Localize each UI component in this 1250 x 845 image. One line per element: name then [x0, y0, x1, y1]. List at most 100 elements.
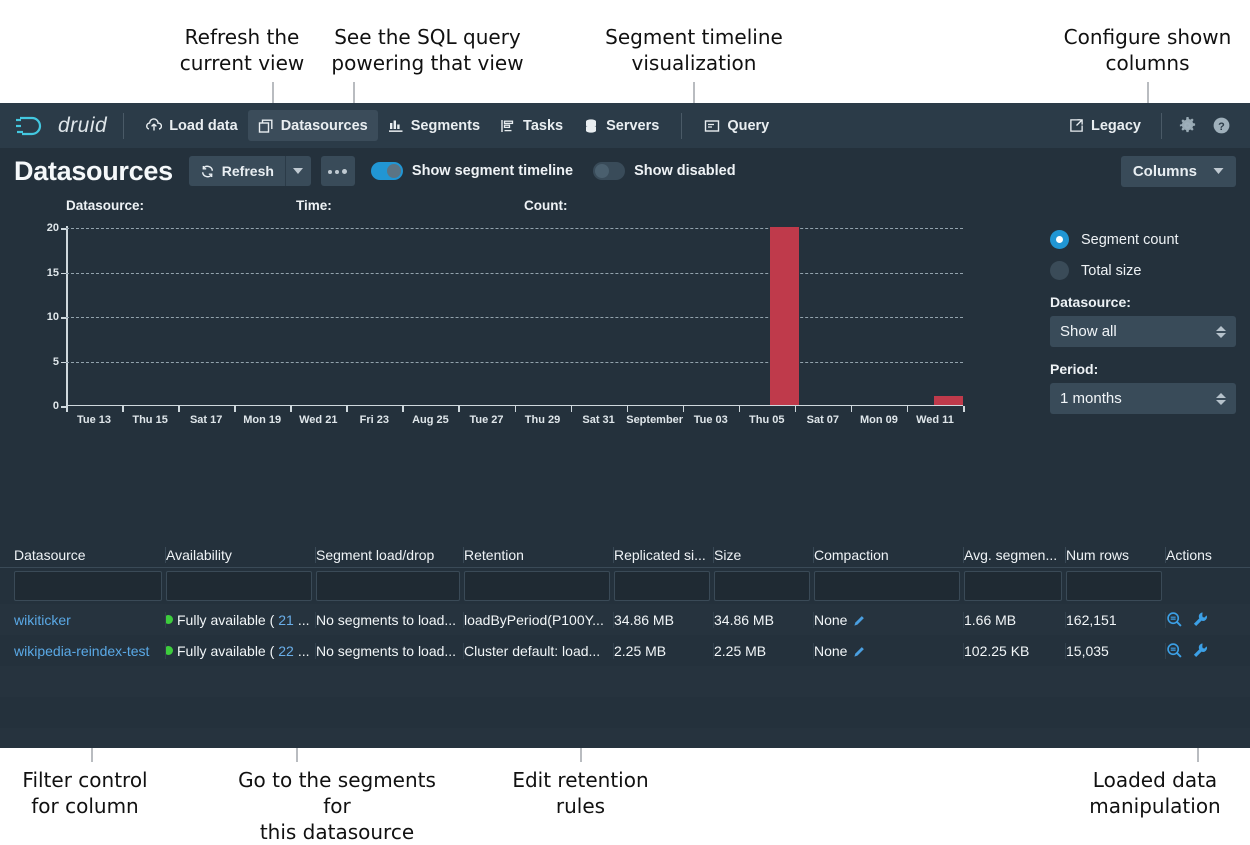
edit-pencil-icon[interactable]	[853, 612, 866, 628]
chart-x-tick-mark	[178, 406, 180, 412]
navbar-divider-3	[1161, 112, 1162, 139]
nav-item-segments[interactable]: Segments	[378, 110, 490, 141]
refresh-dropdown-button[interactable]	[284, 156, 311, 186]
datasource-link[interactable]: wikipedia-reindex-test	[14, 643, 149, 659]
layers-icon	[258, 118, 274, 134]
status-dot-available	[166, 646, 173, 655]
availability-text: Fully available (	[177, 611, 275, 628]
nav-item-label: Tasks	[523, 117, 564, 134]
table-header-row: Datasource Availability Segment load/drop R…	[0, 543, 1250, 568]
period-select-label: Period:	[1050, 361, 1099, 377]
wrench-icon[interactable]	[1192, 642, 1209, 659]
table-empty-row	[0, 666, 1250, 697]
view-toolbar: Datasources Refresh Show segment timelin…	[0, 148, 1250, 194]
chart-x-tick-label: Wed 21	[299, 414, 338, 426]
chart-bar[interactable]	[770, 226, 799, 405]
chart-y-tick-label: 10	[46, 311, 59, 323]
magnify-icon[interactable]	[1166, 642, 1183, 659]
period-select-value: 1 months	[1060, 390, 1122, 407]
show-segment-timeline-switch[interactable]	[370, 162, 403, 180]
chart-y-tick-mark	[61, 317, 66, 319]
nav-item-legacy[interactable]: Legacy	[1059, 110, 1151, 141]
columns-button[interactable]: Columns	[1120, 156, 1236, 187]
more-actions-button[interactable]	[320, 156, 355, 186]
filter-input-availability[interactable]	[166, 571, 312, 601]
chart-x-tick-mark	[738, 406, 741, 412]
hover-label-datasource: Datasource:	[66, 198, 145, 213]
chart-bar[interactable]	[934, 395, 963, 405]
column-header-actions[interactable]: Actions	[1166, 547, 1250, 563]
column-header-availability[interactable]: Availability	[166, 547, 316, 563]
nav-item-datasources[interactable]: Datasources	[247, 110, 378, 141]
column-header-num_rows[interactable]: Num rows	[1066, 547, 1166, 563]
nav-item-query[interactable]: Query	[694, 110, 779, 141]
hover-label-count: Count:	[524, 198, 568, 213]
chart-x-tick-mark	[514, 406, 516, 412]
column-header-load_drop[interactable]: Segment load/drop	[316, 547, 464, 563]
nav-item-servers[interactable]: Servers	[573, 110, 669, 141]
chart-x-tick-mark	[234, 406, 236, 412]
chart-x-tick-mark	[570, 406, 573, 412]
annotation-refresh: Refresh the current view	[179, 25, 305, 75]
cell-availability: Fully available (21 ...	[166, 611, 316, 628]
cell-load_drop: No segments to load...	[316, 611, 464, 628]
nav-item-tasks[interactable]: Tasks	[490, 110, 573, 141]
annotation-columns: Configure shown columns	[1063, 25, 1232, 75]
cell-num_rows: 162,151	[1066, 611, 1166, 628]
external-link-icon	[1069, 118, 1084, 133]
cell-datasource: wikipedia-reindex-test	[14, 642, 166, 659]
chart-gridline	[66, 272, 963, 274]
annotation-filter-control: Filter control for column	[22, 768, 148, 818]
gear-icon[interactable]	[1172, 111, 1202, 141]
filter-input-retention[interactable]	[464, 571, 610, 601]
chart-x-tick-mark	[794, 406, 797, 412]
cell-retention: Cluster default: load...	[464, 642, 614, 659]
chevron-down-icon	[293, 167, 304, 175]
magnify-icon[interactable]	[1166, 611, 1183, 628]
period-select[interactable]: 1 months	[1050, 383, 1236, 414]
datasource-select[interactable]: Show all	[1050, 316, 1236, 347]
chart-y-tick-mark	[61, 228, 66, 230]
help-icon[interactable]: ?	[1206, 111, 1236, 141]
chart-y-tick-mark	[61, 272, 66, 274]
filter-input-load_drop[interactable]	[316, 571, 460, 601]
filter-input-num_rows[interactable]	[1066, 571, 1162, 601]
filter-input-replicated[interactable]	[614, 571, 710, 601]
column-header-retention[interactable]: Retention	[464, 547, 614, 563]
radio-segment-count[interactable]: Segment count	[1050, 230, 1236, 249]
filter-input-compaction[interactable]	[814, 571, 960, 601]
upload-cloud-icon	[146, 117, 163, 134]
column-header-datasource[interactable]: Datasource	[14, 547, 166, 563]
show-disabled-switch[interactable]	[593, 162, 626, 180]
chart-x-tick-mark	[850, 406, 853, 412]
filter-input-avg_segment[interactable]	[964, 571, 1062, 601]
show-disabled-toggle-group: Show disabled	[593, 162, 736, 180]
column-header-size[interactable]: Size	[714, 547, 814, 563]
hover-label-time: Time:	[296, 198, 332, 213]
datasource-link[interactable]: wikiticker	[14, 612, 71, 628]
edit-pencil-icon[interactable]	[853, 643, 866, 659]
druid-logo[interactable]: druid	[14, 114, 107, 138]
filter-input-datasource[interactable]	[14, 571, 162, 601]
svg-text:?: ?	[1218, 121, 1225, 133]
table-row[interactable]: wikiticker Fully available (21 ... No segm…	[0, 604, 1250, 635]
column-header-avg_segment[interactable]: Avg. segmen...	[964, 547, 1066, 563]
chart-gridline	[66, 228, 963, 229]
wrench-icon[interactable]	[1192, 611, 1209, 628]
table-body: wikiticker Fully available (21 ... No segm…	[0, 604, 1250, 748]
page-title: Datasources	[14, 155, 173, 186]
nav-item-load-data[interactable]: Load data	[136, 110, 247, 141]
chart-plot-area[interactable]: 0 5 10 15 20 Tue 13 Thu 15 Sat 17 Mon 19 Wed 21 F…	[47, 222, 965, 426]
cell-datasource: wikiticker	[14, 611, 166, 628]
cell-avg_segment: 102.25 KB	[964, 642, 1066, 659]
refresh-button[interactable]: Refresh	[188, 156, 285, 186]
radio-label: Total size	[1081, 262, 1142, 279]
segments-count-link[interactable]: 22	[278, 643, 294, 659]
segments-count-link[interactable]: 21	[278, 612, 294, 628]
table-row[interactable]: wikipedia-reindex-test Fully available (2…	[0, 635, 1250, 666]
radio-total-size[interactable]: Total size	[1050, 261, 1236, 280]
column-header-replicated[interactable]: Replicated si...	[614, 547, 714, 563]
column-header-compaction[interactable]: Compaction	[814, 547, 964, 563]
filter-input-size[interactable]	[714, 571, 810, 601]
filter-cell-compaction	[814, 571, 964, 601]
